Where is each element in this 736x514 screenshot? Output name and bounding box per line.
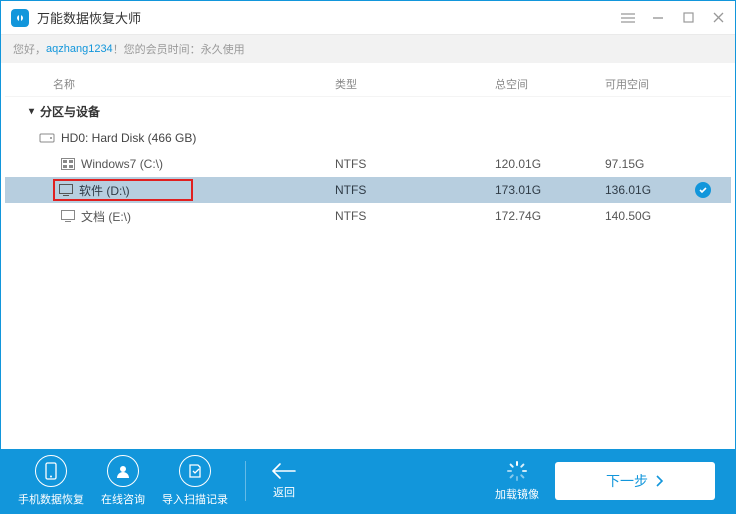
col-type: 类型	[335, 76, 495, 92]
next-button[interactable]: 下一步	[555, 462, 715, 500]
disk-row[interactable]: HD0: Hard Disk (466 GB)	[5, 125, 731, 151]
partition-type: NTFS	[335, 183, 495, 197]
section-partitions[interactable]: ▾ 分区与设备	[5, 97, 731, 125]
greeting-bar: 您好， aqzhang1234 ！您的会员时间：永久使用	[1, 35, 735, 63]
import-scan-label: 导入扫描记录	[162, 491, 228, 507]
phone-recovery-label: 手机数据恢复	[18, 491, 84, 507]
partition-name: Windows7 (C:\)	[81, 157, 163, 171]
drive-icon	[61, 210, 75, 222]
highlight-box: 软件 (D:\)	[53, 179, 193, 201]
partition-total: 120.01G	[495, 157, 605, 171]
import-scan-button[interactable]: 导入扫描记录	[159, 455, 231, 507]
online-consult-label: 在线咨询	[101, 491, 145, 507]
load-image-label: 加载镜像	[495, 486, 539, 502]
partition-total: 172.74G	[495, 209, 605, 223]
partition-name: 文档 (E:\)	[81, 208, 131, 225]
user-icon	[107, 455, 139, 487]
content-area: 名称 类型 总空间 可用空间 ▾ 分区与设备 HD0: Hard Disk (4…	[1, 63, 735, 449]
partition-free: 136.01G	[605, 183, 695, 197]
phone-icon	[35, 455, 67, 487]
partition-row-c[interactable]: Windows7 (C:\) NTFS 120.01G 97.15G	[5, 151, 731, 177]
partition-free: 140.50G	[605, 209, 695, 223]
back-button[interactable]: 返回	[260, 462, 308, 500]
greeting-hello: 您好，	[13, 41, 46, 57]
next-label: 下一步	[606, 471, 648, 491]
col-name: 名称	[5, 76, 335, 92]
partition-total: 173.01G	[495, 183, 605, 197]
import-icon	[179, 455, 211, 487]
footer-bar: 手机数据恢复 在线咨询 导入扫描记录 返回 加载镜像 下一步	[1, 449, 735, 513]
chevron-right-icon	[656, 475, 664, 487]
hard-disk-icon	[39, 131, 55, 145]
partition-type: NTFS	[335, 209, 495, 223]
back-label: 返回	[273, 484, 295, 500]
expand-triangle-icon: ▾	[29, 106, 34, 117]
app-logo-icon	[11, 9, 29, 27]
greeting-username: aqzhang1234	[46, 43, 113, 55]
col-free: 可用空间	[605, 76, 695, 92]
columns-header: 名称 类型 总空间 可用空间	[5, 71, 731, 97]
loading-icon	[506, 460, 528, 482]
phone-recovery-button[interactable]: 手机数据恢复	[15, 455, 87, 507]
partition-row-d[interactable]: 软件 (D:\) NTFS 173.01G 136.01G	[5, 177, 731, 203]
arrow-left-icon	[271, 462, 297, 480]
partition-name: 软件 (D:\)	[79, 182, 130, 199]
load-image-button[interactable]: 加载镜像	[493, 460, 541, 502]
selected-check-icon	[695, 182, 711, 198]
partition-row-e[interactable]: 文档 (E:\) NTFS 172.74G 140.50G	[5, 203, 731, 229]
section-label: 分区与设备	[40, 103, 100, 120]
app-title: 万能数据恢复大师	[37, 8, 621, 27]
os-drive-icon	[61, 158, 75, 170]
partition-free: 97.15G	[605, 157, 695, 171]
maximize-button[interactable]	[681, 11, 695, 25]
online-consult-button[interactable]: 在线咨询	[87, 455, 159, 507]
partition-type: NTFS	[335, 157, 495, 171]
title-bar: 万能数据恢复大师	[1, 1, 735, 35]
drive-icon	[59, 184, 73, 196]
menu-button[interactable]	[621, 11, 635, 25]
footer-separator	[245, 461, 246, 501]
minimize-button[interactable]	[651, 11, 665, 25]
close-button[interactable]	[711, 11, 725, 25]
greeting-tail: ！您的会员时间：永久使用	[113, 41, 245, 57]
col-total: 总空间	[495, 76, 605, 92]
disk-label: HD0: Hard Disk (466 GB)	[61, 131, 196, 145]
